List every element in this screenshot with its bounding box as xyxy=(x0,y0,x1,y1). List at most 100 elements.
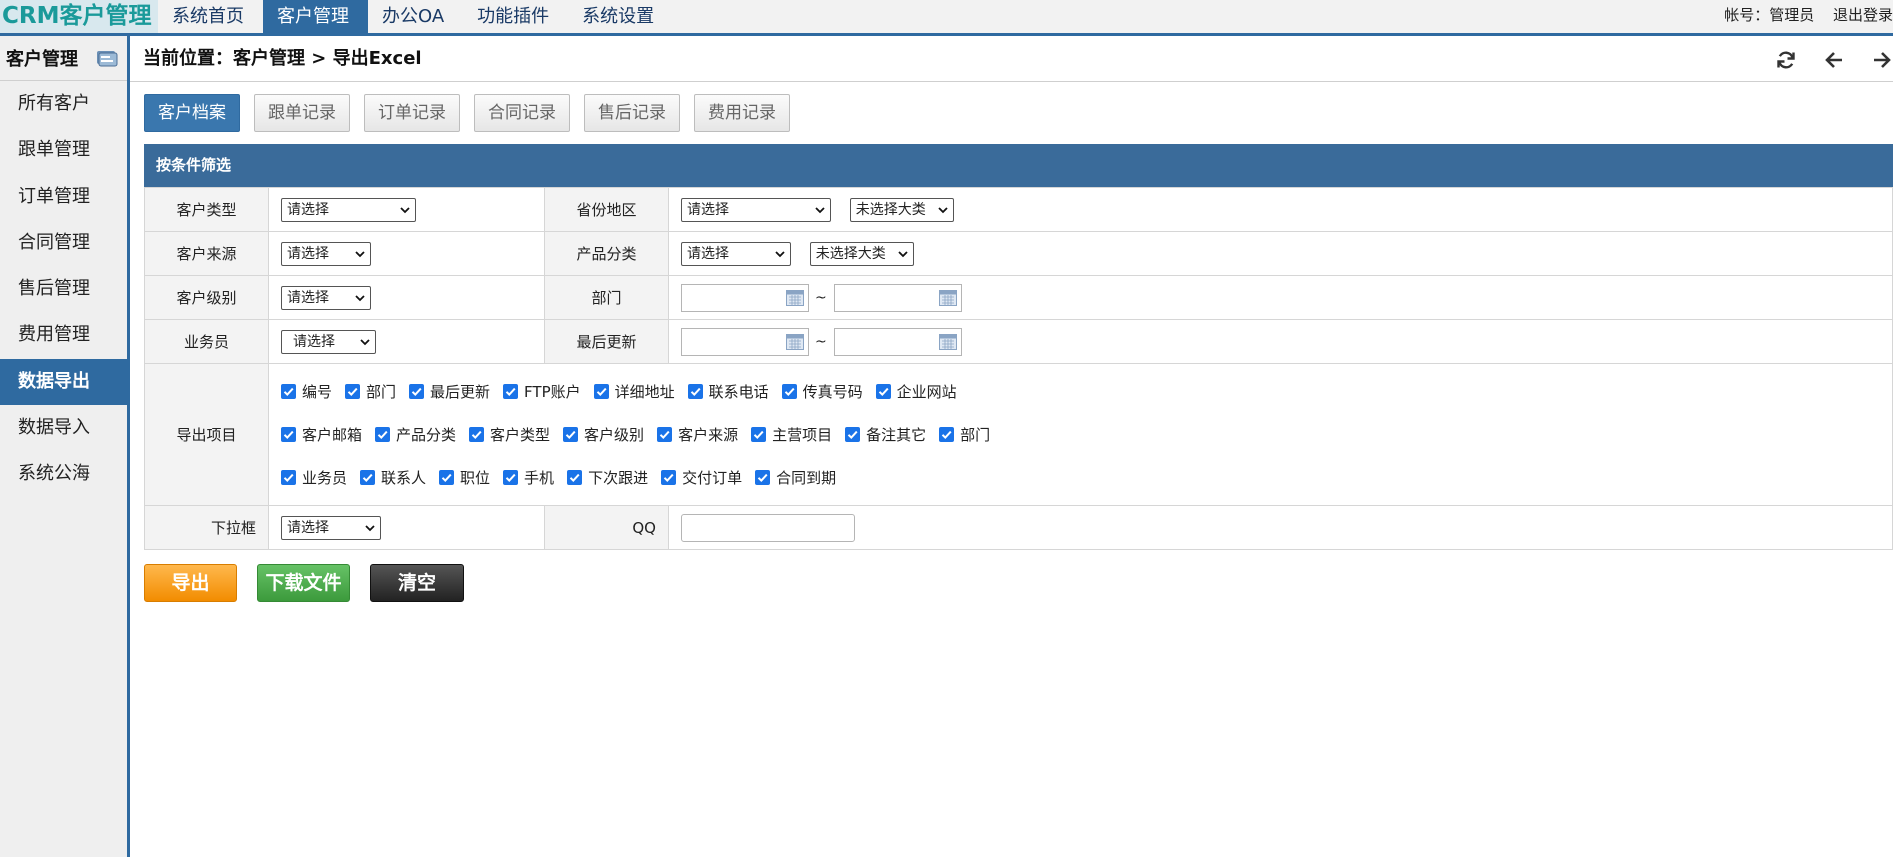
nav-item-plugins[interactable]: 功能插件 xyxy=(463,0,568,33)
calendar-icon[interactable] xyxy=(786,333,804,350)
export-item-checkbox[interactable]: 交付订单 xyxy=(661,467,742,488)
checkbox-checked-icon[interactable] xyxy=(563,427,579,442)
dropdown-select[interactable]: 请选择 xyxy=(281,515,381,540)
sidebar-item-orders[interactable]: 订单管理 xyxy=(0,174,127,220)
checkbox-checked-icon[interactable] xyxy=(875,384,891,399)
nav-item-settings[interactable]: 系统设置 xyxy=(568,0,673,33)
checkbox-checked-icon[interactable] xyxy=(755,470,771,485)
export-item-checkbox[interactable]: 编号 xyxy=(281,381,332,402)
checkbox-checked-icon[interactable] xyxy=(661,470,677,485)
checkbox-checked-icon[interactable] xyxy=(375,427,391,442)
checkbox-checked-icon[interactable] xyxy=(281,470,296,485)
nav-item-office[interactable]: 办公OA xyxy=(368,0,463,33)
export-item-checkbox[interactable]: 客户邮箱 xyxy=(281,424,362,445)
product-subcategory-select[interactable]: 未选择大类 xyxy=(809,241,914,266)
export-item-checkbox[interactable]: FTP账户 xyxy=(503,381,581,402)
download-file-button[interactable]: 下载文件 xyxy=(257,564,350,602)
customer-type-label: 客户类型 xyxy=(144,187,269,232)
export-button[interactable]: 导出 xyxy=(144,564,237,602)
export-item-checkbox[interactable]: 部门 xyxy=(939,424,990,445)
product-category-select[interactable]: 请选择 xyxy=(681,241,791,266)
checkbox-checked-icon[interactable] xyxy=(345,384,361,399)
sidebar-item-followup[interactable]: 跟单管理 xyxy=(0,127,127,173)
calendar-icon[interactable] xyxy=(938,289,957,306)
region-province-value: 请选择 xyxy=(687,201,729,218)
breadcrumb-bar: 当前位置：客户管理 > 导出Excel xyxy=(130,36,1893,82)
export-item-checkbox[interactable]: 客户级别 xyxy=(563,424,644,445)
checkbox-checked-icon[interactable] xyxy=(281,384,296,399)
region-city-select[interactable]: 未选择大类 xyxy=(849,197,954,222)
nav-item-home[interactable]: 系统首页 xyxy=(158,0,263,33)
checkbox-checked-icon[interactable] xyxy=(281,427,296,442)
calendar-icon[interactable] xyxy=(938,333,957,350)
checkbox-checked-icon[interactable] xyxy=(593,384,609,399)
nav-item-customers[interactable]: 客户管理 xyxy=(263,0,368,33)
tab-aftersales-records[interactable]: 售后记录 xyxy=(584,94,680,132)
export-item-label: 客户邮箱 xyxy=(302,426,363,444)
app-logo[interactable]: CRM客户管理 xyxy=(0,0,158,33)
export-item-checkbox[interactable]: 传真号码 xyxy=(781,381,863,402)
export-item-checkbox[interactable]: 联系电话 xyxy=(687,381,769,402)
region-province-select[interactable]: 请选择 xyxy=(681,197,831,222)
customer-type-select[interactable]: 请选择 xyxy=(281,197,416,222)
tab-expense-records[interactable]: 费用记录 xyxy=(694,94,790,132)
tab-customer-files[interactable]: 客户档案 xyxy=(144,94,240,132)
back-arrow-icon[interactable] xyxy=(1823,49,1845,71)
last-update-start-input[interactable] xyxy=(681,327,809,356)
export-item-checkbox[interactable]: 详细地址 xyxy=(593,381,675,402)
checkbox-checked-icon[interactable] xyxy=(567,470,583,485)
export-item-checkbox[interactable]: 职位 xyxy=(439,467,490,488)
sidebar: 客户管理 所有客户 跟单管理 订单管理 合同管理 售后管理 费用管理 数据导出 … xyxy=(0,36,130,857)
checkbox-checked-icon[interactable] xyxy=(939,427,955,442)
customer-source-select[interactable]: 请选择 xyxy=(281,241,371,266)
sidebar-item-data-import[interactable]: 数据导入 xyxy=(0,405,127,451)
refresh-icon[interactable] xyxy=(1775,49,1797,71)
checkbox-checked-icon[interactable] xyxy=(469,427,485,442)
salesman-select[interactable]: 请选择 xyxy=(281,329,376,354)
product-category-label: 产品分类 xyxy=(544,231,669,276)
export-item-label: 合同到期 xyxy=(776,469,837,487)
clear-button[interactable]: 清空 xyxy=(370,564,464,602)
checkbox-checked-icon[interactable] xyxy=(781,384,797,399)
last-update-end-input[interactable] xyxy=(833,327,962,356)
export-item-checkbox[interactable]: 合同到期 xyxy=(755,467,836,488)
sidebar-item-all-customers[interactable]: 所有客户 xyxy=(0,81,127,127)
export-item-checkbox[interactable]: 产品分类 xyxy=(375,424,456,445)
export-item-checkbox[interactable]: 部门 xyxy=(345,381,396,402)
export-item-checkbox[interactable]: 联系人 xyxy=(360,467,426,488)
export-item-checkbox[interactable]: 最后更新 xyxy=(409,381,490,402)
export-item-checkbox[interactable]: 主营项目 xyxy=(751,424,832,445)
qq-input[interactable] xyxy=(681,513,855,542)
department-start-input[interactable] xyxy=(681,283,809,312)
calendar-icon[interactable] xyxy=(786,289,804,306)
export-item-checkbox[interactable]: 手机 xyxy=(503,467,554,488)
sidebar-item-aftersales[interactable]: 售后管理 xyxy=(0,266,127,312)
checkbox-checked-icon[interactable] xyxy=(687,384,703,399)
checkbox-checked-icon[interactable] xyxy=(503,384,519,399)
forward-arrow-icon[interactable] xyxy=(1871,49,1893,71)
checkbox-checked-icon[interactable] xyxy=(439,470,455,485)
tab-order-records[interactable]: 订单记录 xyxy=(364,94,460,132)
sidebar-item-data-export[interactable]: 数据导出 xyxy=(0,358,127,406)
checkbox-checked-icon[interactable] xyxy=(503,470,519,485)
export-item-checkbox[interactable]: 业务员 xyxy=(281,467,347,488)
sidebar-item-contracts[interactable]: 合同管理 xyxy=(0,220,127,266)
checkbox-checked-icon[interactable] xyxy=(409,384,425,399)
tab-followup-records[interactable]: 跟单记录 xyxy=(254,94,350,132)
logout-link[interactable]: 退出登录 xyxy=(1833,6,1893,24)
export-item-checkbox[interactable]: 客户来源 xyxy=(657,424,738,445)
tab-contract-records[interactable]: 合同记录 xyxy=(474,94,570,132)
export-item-checkbox[interactable]: 备注其它 xyxy=(845,424,926,445)
checkbox-checked-icon[interactable] xyxy=(845,427,861,442)
sidebar-item-public-pool[interactable]: 系统公海 xyxy=(0,451,127,497)
checkbox-checked-icon[interactable] xyxy=(657,427,673,442)
checkbox-checked-icon[interactable] xyxy=(751,427,767,442)
export-item-checkbox[interactable]: 下次跟进 xyxy=(567,467,648,488)
export-item-label: 客户来源 xyxy=(678,426,739,444)
export-item-checkbox[interactable]: 企业网站 xyxy=(875,381,957,402)
sidebar-item-expenses[interactable]: 费用管理 xyxy=(0,312,127,358)
export-item-checkbox[interactable]: 客户类型 xyxy=(469,424,550,445)
checkbox-checked-icon[interactable] xyxy=(360,470,376,485)
customer-level-select[interactable]: 请选择 xyxy=(281,285,371,310)
department-end-input[interactable] xyxy=(833,283,962,312)
